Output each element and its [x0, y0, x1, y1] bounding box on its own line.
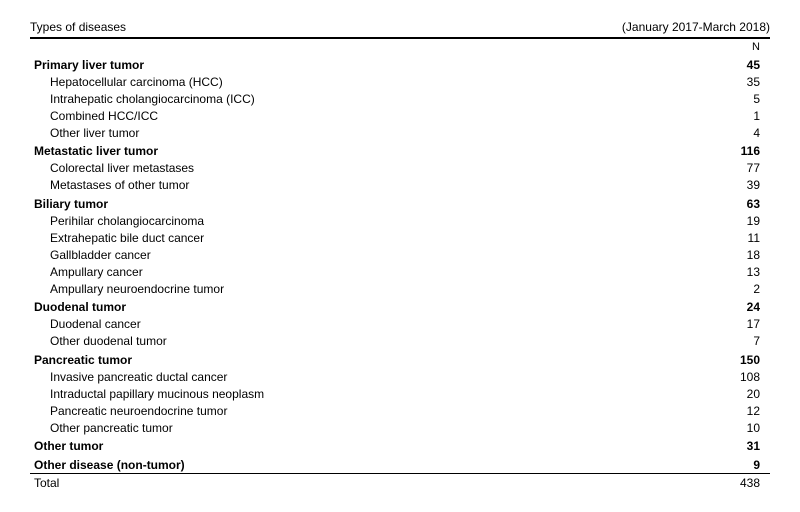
n-cell: 11	[659, 229, 770, 246]
table-row: Other tumor31	[30, 436, 770, 455]
disease-cell: Pancreatic tumor	[30, 350, 659, 369]
n-cell: 77	[659, 160, 770, 177]
n-cell: 438	[659, 474, 770, 492]
table-row: Other liver tumor4	[30, 124, 770, 141]
disease-cell: Other disease (non-tumor)	[30, 455, 659, 474]
table-row: Colorectal liver metastases77	[30, 160, 770, 177]
table-row: Combined HCC/ICC1	[30, 107, 770, 124]
disease-cell: Primary liver tumor	[30, 55, 659, 74]
table-row: Other disease (non-tumor)9	[30, 455, 770, 474]
subheader-row: N	[30, 39, 770, 55]
disease-cell: Duodenal cancer	[30, 316, 659, 333]
disease-cell: Perihilar cholangiocarcinoma	[30, 212, 659, 229]
disease-cell: Other pancreatic tumor	[30, 419, 659, 436]
n-cell: 39	[659, 177, 770, 194]
n-cell: 35	[659, 73, 770, 90]
table-row: Biliary tumor63	[30, 194, 770, 213]
n-cell: 63	[659, 194, 770, 213]
disease-cell: Hepatocellular carcinoma (HCC)	[30, 73, 659, 90]
disease-cell: Other tumor	[30, 436, 659, 455]
table-row: Primary liver tumor45	[30, 55, 770, 74]
n-cell: 9	[659, 455, 770, 474]
disease-cell: Ampullary cancer	[30, 263, 659, 280]
col-disease-header: Types of diseases	[30, 20, 126, 34]
disease-cell: Intrahepatic cholangiocarcinoma (ICC)	[30, 90, 659, 107]
disease-cell: Intraductal papillary mucinous neoplasm	[30, 385, 659, 402]
n-cell: 7	[659, 333, 770, 350]
n-cell: 108	[659, 368, 770, 385]
table-row: Ampullary cancer13	[30, 263, 770, 280]
table-row: Intraductal papillary mucinous neoplasm2…	[30, 385, 770, 402]
disease-cell: Pancreatic neuroendocrine tumor	[30, 402, 659, 419]
disease-cell: Other duodenal tumor	[30, 333, 659, 350]
disease-cell: Metastatic liver tumor	[30, 141, 659, 160]
table-row: Extrahepatic bile duct cancer11	[30, 229, 770, 246]
table-row: Intrahepatic cholangiocarcinoma (ICC)5	[30, 90, 770, 107]
n-cell: 4	[659, 124, 770, 141]
n-cell: 20	[659, 385, 770, 402]
n-cell: 45	[659, 55, 770, 74]
disease-cell: Gallbladder cancer	[30, 246, 659, 263]
n-cell: 18	[659, 246, 770, 263]
n-cell: 17	[659, 316, 770, 333]
disease-cell: Metastases of other tumor	[30, 177, 659, 194]
n-cell: 31	[659, 436, 770, 455]
table-row: Total438	[30, 474, 770, 492]
table-row: Pancreatic tumor150	[30, 350, 770, 369]
n-cell: 5	[659, 90, 770, 107]
n-cell: 1	[659, 107, 770, 124]
n-cell: 13	[659, 263, 770, 280]
disease-cell: Combined HCC/ICC	[30, 107, 659, 124]
table-row: Other duodenal tumor7	[30, 333, 770, 350]
disease-cell: Extrahepatic bile duct cancer	[30, 229, 659, 246]
table-row: Ampullary neuroendocrine tumor2	[30, 280, 770, 297]
disease-cell: Other liver tumor	[30, 124, 659, 141]
table-header: Types of diseases (January 2017-March 20…	[30, 20, 770, 38]
n-cell: 150	[659, 350, 770, 369]
table-row: Pancreatic neuroendocrine tumor12	[30, 402, 770, 419]
n-cell: 24	[659, 297, 770, 316]
col-disease-subheader	[30, 39, 659, 55]
disease-table: N Primary liver tumor45Hepatocellular ca…	[30, 38, 770, 492]
disease-cell: Ampullary neuroendocrine tumor	[30, 280, 659, 297]
n-cell: 2	[659, 280, 770, 297]
table-row: Duodenal tumor24	[30, 297, 770, 316]
disease-cell: Biliary tumor	[30, 194, 659, 213]
table-row: Gallbladder cancer18	[30, 246, 770, 263]
n-cell: 19	[659, 212, 770, 229]
table-row: Duodenal cancer17	[30, 316, 770, 333]
table-row: Other pancreatic tumor10	[30, 419, 770, 436]
col-n-subheader: N	[659, 39, 770, 55]
disease-cell: Total	[30, 474, 659, 492]
table-row: Perihilar cholangiocarcinoma19	[30, 212, 770, 229]
table-row: Metastatic liver tumor116	[30, 141, 770, 160]
disease-cell: Invasive pancreatic ductal cancer	[30, 368, 659, 385]
table-row: Metastases of other tumor39	[30, 177, 770, 194]
n-cell: 10	[659, 419, 770, 436]
table-row: Hepatocellular carcinoma (HCC)35	[30, 73, 770, 90]
date-range-header: (January 2017-March 2018)	[622, 20, 770, 34]
n-cell: 116	[659, 141, 770, 160]
table-row: Invasive pancreatic ductal cancer108	[30, 368, 770, 385]
disease-cell: Colorectal liver metastases	[30, 160, 659, 177]
n-cell: 12	[659, 402, 770, 419]
disease-cell: Duodenal tumor	[30, 297, 659, 316]
